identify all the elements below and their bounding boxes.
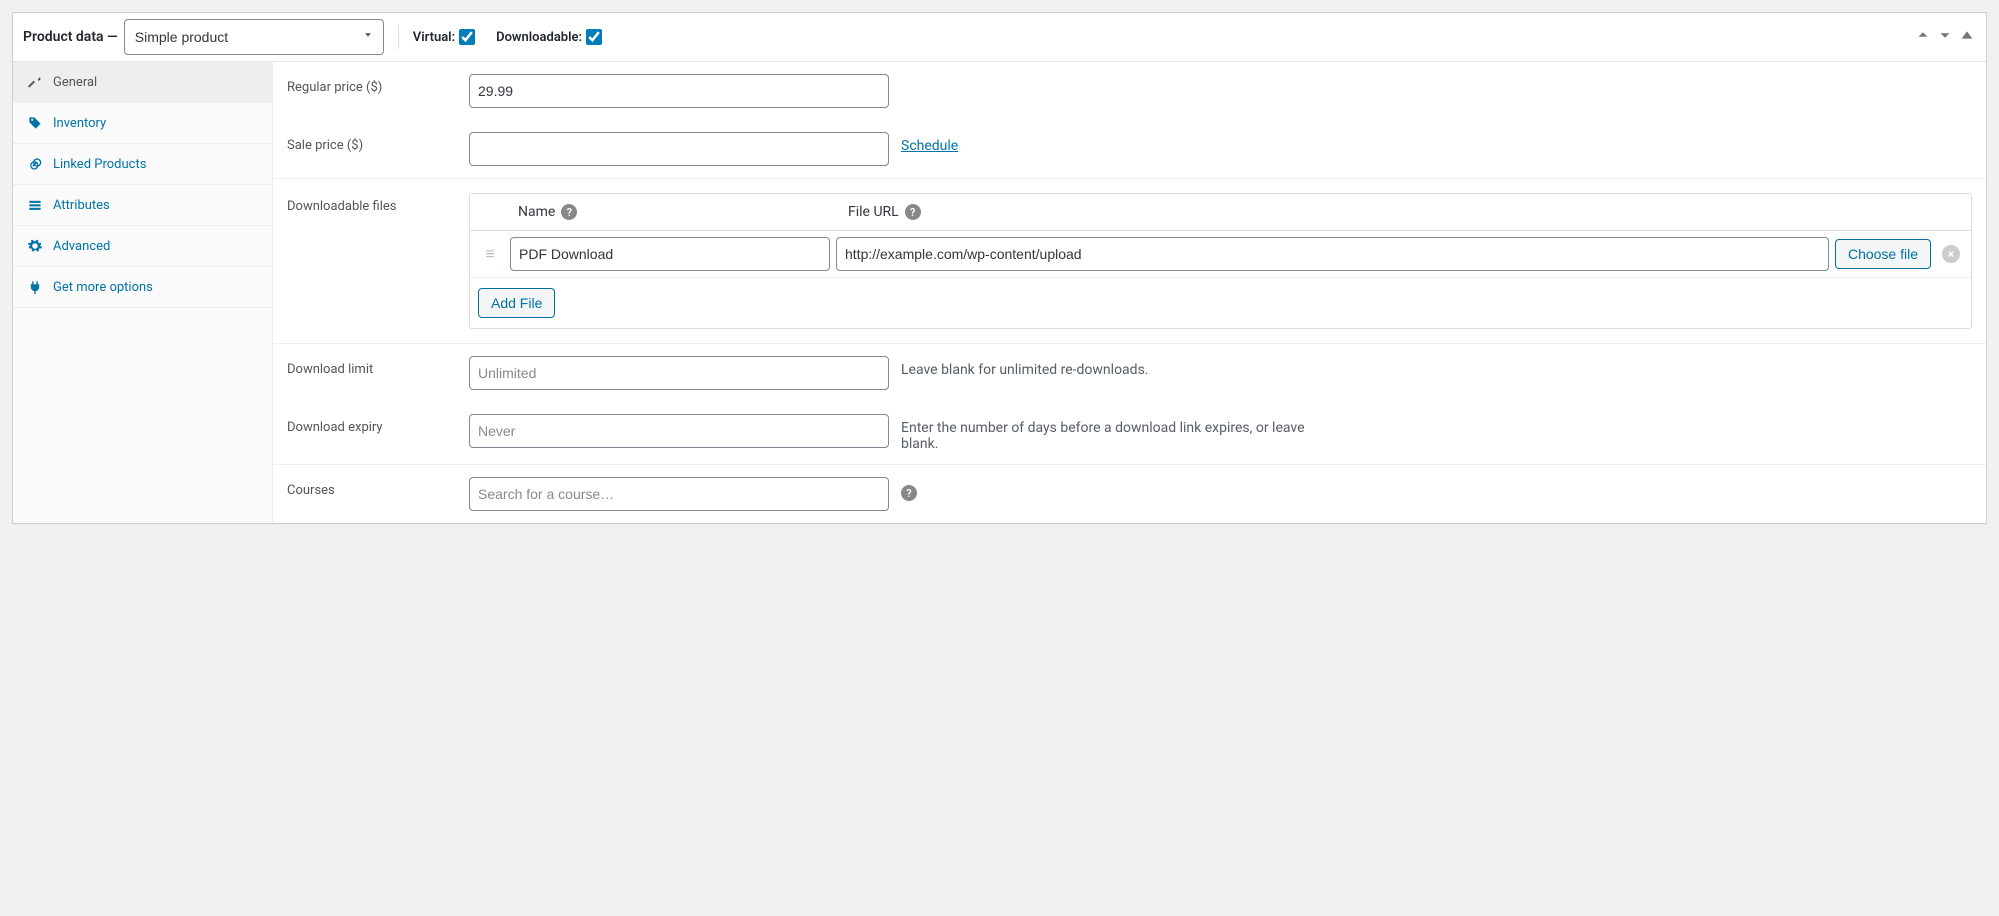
virtual-checkbox-label: Virtual: [413, 26, 478, 48]
downloadable-checkbox-label: Downloadable: [496, 26, 605, 48]
link-icon [27, 156, 43, 172]
drag-handle-icon[interactable]: ≡ [476, 244, 504, 264]
choose-file-button[interactable]: Choose file [1835, 239, 1931, 269]
download-expiry-row: Download expiry Enter the number of days… [273, 402, 1986, 465]
tag-icon [27, 115, 43, 131]
list-icon [27, 197, 43, 213]
wrench-icon [27, 74, 43, 90]
download-limit-row: Download limit Leave blank for unlimited… [273, 344, 1986, 402]
downloadable-files-label: Downloadable files [287, 193, 457, 329]
separator [398, 25, 399, 49]
tab-general[interactable]: General [13, 62, 272, 103]
tabs-sidebar: General Inventory Linked Products Attrib… [13, 62, 273, 523]
product-type-select[interactable]: Simple product [124, 19, 384, 55]
tab-get-more-options[interactable]: Get more options [13, 267, 272, 308]
gear-icon [27, 238, 43, 254]
regular-price-row: Regular price ($) [273, 62, 1986, 120]
close-icon: × [1942, 245, 1960, 263]
add-file-button[interactable]: Add File [478, 288, 555, 318]
regular-price-label: Regular price ($) [287, 74, 457, 95]
dl-file-row: ≡ Choose file × [470, 231, 1971, 278]
sale-price-label: Sale price ($) [287, 132, 457, 153]
sale-price-input[interactable] [469, 132, 889, 166]
download-expiry-input[interactable] [469, 414, 889, 448]
virtual-checkbox[interactable] [459, 29, 475, 45]
courses-row: Courses ? [273, 465, 1986, 523]
virtual-label-text: Virtual: [413, 30, 455, 45]
downloadable-files-section: Downloadable files Name ? File URL ? [273, 178, 1986, 344]
tab-content: Regular price ($) Sale price ($) Schedul… [273, 62, 1986, 523]
panel-header: Product data — Simple product Virtual: D… [13, 13, 1986, 62]
downloadable-files-table: Name ? File URL ? ≡ C [469, 193, 1972, 329]
panel-move-down-icon[interactable] [1936, 26, 1954, 48]
download-expiry-help: Enter the number of days before a downlo… [901, 414, 1321, 452]
download-expiry-label: Download expiry [287, 414, 457, 435]
regular-price-input[interactable] [469, 74, 889, 108]
product-data-panel: Product data — Simple product Virtual: D… [12, 12, 1987, 524]
panel-header-controls [1914, 26, 1976, 48]
dl-th-name: Name [518, 204, 555, 220]
panel-toggle-icon[interactable] [1958, 26, 1976, 48]
sale-price-row: Sale price ($) Schedule [273, 120, 1986, 178]
dl-th-url: File URL [848, 204, 899, 220]
help-icon[interactable]: ? [561, 204, 577, 220]
courses-search-input[interactable] [469, 477, 889, 511]
help-icon[interactable]: ? [901, 485, 917, 501]
tab-inventory[interactable]: Inventory [13, 103, 272, 144]
panel-body: General Inventory Linked Products Attrib… [13, 62, 1986, 523]
delete-file-button[interactable]: × [1937, 245, 1965, 263]
tab-advanced[interactable]: Advanced [13, 226, 272, 267]
schedule-link[interactable]: Schedule [901, 132, 958, 154]
plug-icon [27, 279, 43, 295]
downloadable-label-text: Downloadable: [496, 30, 582, 45]
dl-table-header: Name ? File URL ? [470, 194, 1971, 231]
help-icon[interactable]: ? [905, 204, 921, 220]
download-limit-input[interactable] [469, 356, 889, 390]
dl-table-footer: Add File [470, 278, 1971, 328]
tab-attributes[interactable]: Attributes [13, 185, 272, 226]
panel-title: Product data — [23, 29, 118, 45]
courses-label: Courses [287, 477, 457, 498]
downloadable-checkbox[interactable] [586, 29, 602, 45]
panel-move-up-icon[interactable] [1914, 26, 1932, 48]
download-limit-label: Download limit [287, 356, 457, 377]
dl-file-name-input[interactable] [510, 237, 830, 271]
tab-linked-products[interactable]: Linked Products [13, 144, 272, 185]
dl-file-url-input[interactable] [836, 237, 1829, 271]
download-limit-help: Leave blank for unlimited re-downloads. [901, 356, 1148, 378]
